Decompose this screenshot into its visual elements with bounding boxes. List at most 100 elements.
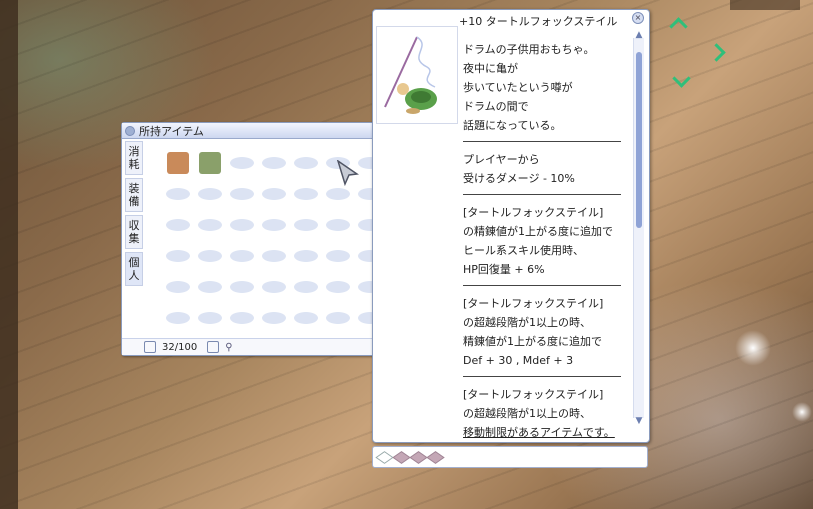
description-line: 歩いていたという噂が [463, 81, 573, 94]
description-line: ドラムの間で [463, 100, 529, 113]
inventory-tab[interactable]: 個人 [125, 252, 143, 286]
inventory-slot[interactable] [162, 271, 194, 302]
inventory-slot[interactable] [194, 271, 226, 302]
item-description-window[interactable]: +10 タートルフォックステイル × ドラムの子供用おもちゃ。 夜中に亀が 歩いてい… [372, 9, 650, 443]
inventory-slot[interactable] [322, 209, 354, 240]
description-divider [463, 285, 621, 286]
weight-icon [144, 341, 156, 353]
empty-slot-icon [166, 187, 190, 200]
inventory-slot[interactable] [162, 147, 194, 178]
inventory-slot[interactable] [194, 302, 226, 333]
description-line: の精錬値が1上がる度に追加で [463, 225, 613, 238]
description-line: [タートルフォックステイル] [463, 206, 604, 219]
empty-slot-icon [262, 280, 286, 293]
empty-slot-icon [294, 156, 318, 169]
inventory-slot[interactable] [322, 302, 354, 333]
empty-slot-icon [230, 280, 254, 293]
inventory-slot[interactable] [226, 240, 258, 271]
empty-slot-icon [166, 249, 190, 262]
inventory-tabs: 消耗装備収集個人 [125, 141, 143, 289]
inventory-slot[interactable] [194, 178, 226, 209]
description-line: [タートルフォックステイル] [463, 297, 604, 310]
card-slot-icon[interactable] [426, 450, 445, 464]
description-divider [463, 376, 621, 377]
inventory-slot[interactable] [290, 147, 322, 178]
empty-slot-icon [166, 311, 190, 324]
close-icon[interactable]: × [632, 12, 644, 24]
scroll-down-icon[interactable]: ▼ [633, 416, 645, 426]
description-line: ドラムの子供用おもちゃ。 [463, 43, 595, 56]
inventory-tab[interactable]: 消耗 [125, 141, 143, 175]
empty-slot-icon [294, 249, 318, 262]
item-description-header[interactable]: +10 タートルフォックステイル × [373, 10, 649, 28]
inventory-slot[interactable] [258, 178, 290, 209]
inventory-slot[interactable] [322, 240, 354, 271]
inventory-slot[interactable] [290, 178, 322, 209]
inventory-slot[interactable] [258, 147, 290, 178]
inventory-slot[interactable] [162, 302, 194, 333]
description-line: Def + 30 , Mdef + 3 [463, 354, 574, 367]
description-divider [463, 194, 621, 195]
inventory-slot[interactable] [226, 209, 258, 240]
inventory-slot[interactable] [194, 209, 226, 240]
description-line: 受けるダメージ - 10% [463, 172, 575, 185]
description-line: の超越段階が1以上の時、 [463, 316, 591, 329]
empty-slot-icon [262, 156, 286, 169]
empty-slot-icon [262, 187, 286, 200]
cart-icon [199, 151, 221, 174]
inventory-slot[interactable] [194, 240, 226, 271]
empty-slot-icon [326, 280, 350, 293]
empty-slot-icon [326, 249, 350, 262]
empty-slot-icon [326, 187, 350, 200]
empty-slot-icon [294, 187, 318, 200]
inventory-slot[interactable] [290, 302, 322, 333]
window-icon [125, 125, 135, 136]
item-description-text: ドラムの子供用おもちゃ。 夜中に亀が 歩いていたという噂が ドラムの間で 話題になってい… [463, 40, 621, 442]
empty-slot-icon [294, 218, 318, 231]
scroll-up-icon[interactable]: ▲ [633, 30, 645, 40]
stove-icon [167, 151, 189, 174]
inventory-slot[interactable] [290, 240, 322, 271]
inventory-title-bar[interactable]: 所持アイテム [122, 123, 382, 139]
empty-slot-icon [198, 249, 222, 262]
inventory-slot[interactable] [322, 271, 354, 302]
description-divider [463, 141, 621, 142]
scrollbar[interactable]: ▲ ▼ [633, 30, 644, 426]
inventory-tab[interactable]: 装備 [125, 178, 143, 212]
inventory-slot[interactable] [290, 209, 322, 240]
card-slot-bar [372, 446, 648, 468]
light-sparkle-icon [792, 402, 812, 422]
item-count: 32/100 [162, 341, 198, 353]
empty-slot-icon [230, 311, 254, 324]
empty-slot-icon [166, 218, 190, 231]
inventory-slot[interactable] [226, 147, 258, 178]
inventory-slot[interactable] [258, 302, 290, 333]
inventory-slot[interactable] [290, 271, 322, 302]
inventory-slot[interactable] [162, 209, 194, 240]
empty-slot-icon [326, 311, 350, 324]
inventory-slot[interactable] [226, 271, 258, 302]
inventory-slot[interactable] [162, 178, 194, 209]
description-line: 精錬値が1上がる度に追加で [463, 335, 602, 348]
empty-slot-icon [326, 218, 350, 231]
empty-slot-icon [198, 218, 222, 231]
lock-icon[interactable] [207, 341, 220, 353]
empty-slot-icon [198, 187, 222, 200]
scroll-thumb[interactable] [636, 52, 642, 228]
inventory-tab[interactable]: 収集 [125, 215, 143, 249]
inventory-slot[interactable] [258, 240, 290, 271]
inventory-slot[interactable] [258, 271, 290, 302]
inventory-window[interactable]: 所持アイテム 消耗装備収集個人 32/100 ⚲ [121, 122, 383, 356]
empty-slot-icon [230, 218, 254, 231]
inventory-footer: 32/100 ⚲ [122, 338, 382, 355]
wall-beam [0, 0, 18, 509]
inventory-slot[interactable] [258, 209, 290, 240]
inventory-slot[interactable] [194, 147, 226, 178]
light-sparkle-icon [735, 330, 771, 366]
inventory-slot[interactable] [226, 302, 258, 333]
inventory-slot[interactable] [162, 240, 194, 271]
item-title: +10 タートルフォックステイル [459, 15, 618, 28]
inventory-slot[interactable] [226, 178, 258, 209]
search-icon[interactable]: ⚲ [225, 342, 232, 353]
wall-beam [730, 0, 800, 10]
